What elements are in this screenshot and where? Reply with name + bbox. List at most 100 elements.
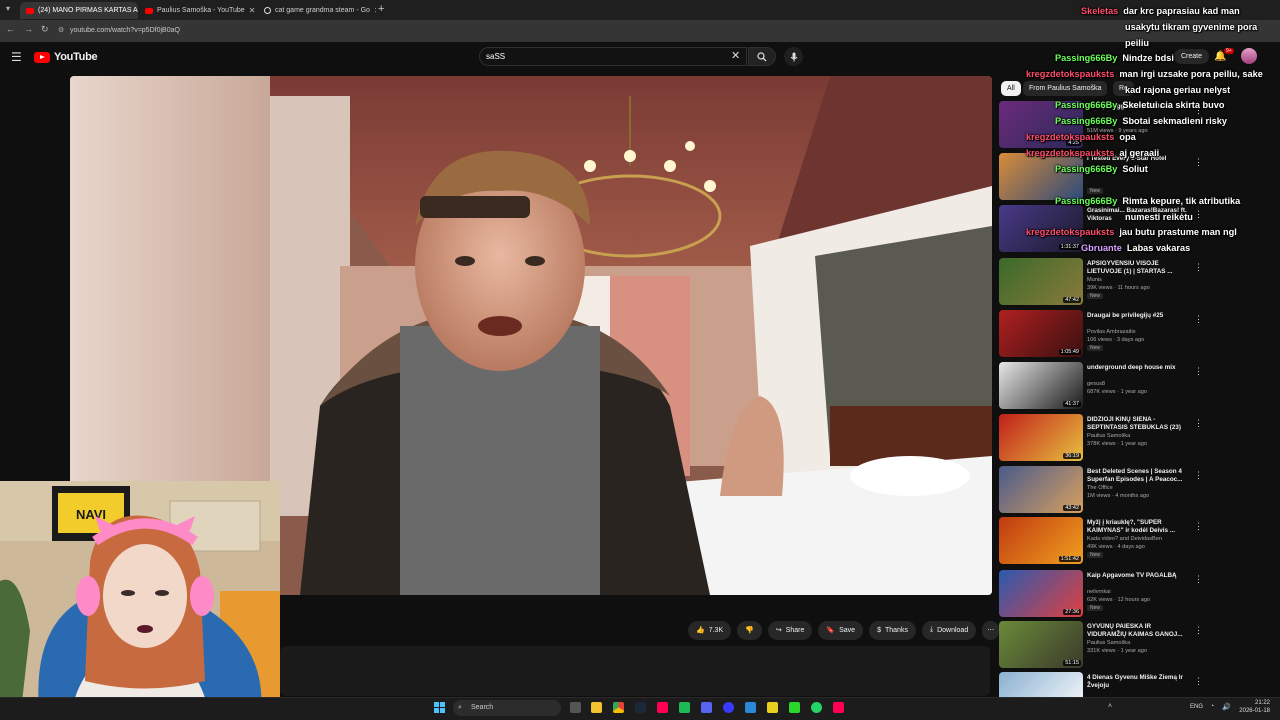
video-title[interactable]: DIDŽIOJI KINŲ SIENA - SEPTINTASIS STEBUK… [1087,416,1189,432]
video-thumbnail[interactable]: 27:36 [999,570,1083,617]
video-title[interactable]: Kaip Apgavome TV PAGALBĄ [1087,572,1189,580]
video-thumbnail[interactable]: 36:19 [999,414,1083,461]
chrome-icon[interactable] [613,702,624,713]
tab-list-icon[interactable]: ▾ [6,4,10,13]
menu-icon[interactable]: ☰ [11,50,22,64]
save-button[interactable]: 🔖 Save [818,620,864,640]
chat-username: kregzdetokspauksts [1026,69,1115,79]
like-button[interactable]: 👍 7.3K [688,620,732,640]
start-windows-icon[interactable] [434,702,445,713]
video-title[interactable]: underground deep house mix [1087,364,1189,372]
youtube-logo[interactable]: YouTube [34,50,98,64]
channel-name[interactable]: Kada video? and DeividasBen [1087,536,1162,542]
file-explorer-icon[interactable] [591,702,602,713]
forward-icon[interactable]: → [24,24,33,34]
more-icon[interactable]: ⋮ [1194,470,1203,481]
taskbar-clock[interactable]: 21:22 2026-01-18 [1239,699,1270,715]
video-title[interactable]: Best Deleted Scenes | Season 4 Superfan … [1087,468,1189,484]
tiktok-icon[interactable] [657,702,668,713]
more-actions-button[interactable]: ⋯ [982,620,1000,640]
video-thumbnail[interactable]: 1:51:42 [999,517,1083,564]
url-field[interactable]: youtube.com/watch?v=p5Df0jB0aQ [70,24,630,38]
more-icon[interactable]: ⋮ [1194,521,1203,532]
voice-search-button[interactable] [784,47,803,66]
back-icon[interactable]: ← [6,24,15,34]
recommended-video[interactable]: 1:05:49 Draugai be privilegijų #25 Povilas… [999,310,1269,358]
more-icon[interactable]: ⋮ [1194,209,1203,220]
channel-name[interactable]: The Office [1087,485,1113,491]
video-thumbnail[interactable]: 47:42 [999,258,1083,305]
video-title[interactable]: APSIGYVENSIU VISOJE LIETUVOJE (1) | STAR… [1087,260,1189,276]
notes-icon[interactable] [767,702,778,713]
more-icon[interactable]: ⋮ [1194,625,1203,636]
tray-overflow-icon[interactable]: ˄ [1108,703,1112,710]
channel-name[interactable]: Munis [1087,277,1102,283]
reload-icon[interactable]: ↻ [41,24,49,35]
recommended-video[interactable]: I Tested Every 1-Star Hotel ⋮ New [999,153,1269,201]
more-icon[interactable]: ⋮ [1194,366,1203,377]
steam-icon[interactable] [635,702,646,713]
volume-icon[interactable]: 🔊 [1222,703,1231,711]
clock-date: 2026-01-18 [1239,708,1270,714]
close-tab-icon[interactable]: ✕ [374,6,376,15]
recommended-video[interactable]: 41:37 underground deep house mix gesus8 687… [999,362,1269,410]
clear-search-icon[interactable]: ✕ [731,49,740,62]
channel-name[interactable]: Paulius Samoška [1087,433,1130,439]
tab-3[interactable]: cat game grandma steam - Go ✕ [258,2,376,19]
video-title[interactable]: GYVŪNŲ PAIEŠKA IR VIDURAMŽIŲ KAIMAS GANO… [1087,623,1189,639]
spotify-icon[interactable] [789,702,800,713]
channel-name[interactable]: Paulius Samoška [1087,640,1130,646]
tiktok-live-icon[interactable] [833,702,844,713]
chat-username: Passing666By [1055,164,1118,174]
recommended-video[interactable]: 43:42 Best Deleted Scenes | Season 4 Supe… [999,466,1269,514]
share-button[interactable]: ↪ Share [767,620,813,640]
download-button[interactable]: ⤓ Download [921,620,977,640]
wifi-icon[interactable]: ◔ [1210,703,1214,710]
more-icon[interactable]: ⋮ [1194,157,1203,168]
create-button[interactable]: Create [1174,49,1210,64]
new-tab-button[interactable]: + [378,3,384,15]
search-input[interactable]: saSS [479,47,747,66]
thanks-button[interactable]: $ Thanks [869,620,916,640]
close-tab-icon[interactable]: ✕ [249,6,256,15]
discord-icon[interactable] [701,702,712,713]
more-icon[interactable]: ⋮ [1194,418,1203,429]
description-box[interactable] [280,646,990,696]
more-icon[interactable]: ⋮ [1194,574,1203,585]
more-icon[interactable]: ⋮ [1194,314,1203,325]
tab-1[interactable]: (24) MANO PIRMAS KARTAS A ✕ [20,2,138,19]
recommended-video[interactable]: 36:19 DIDŽIOJI KINŲ SIENA - SEPTINTASIS S… [999,414,1269,462]
whatsapp-icon[interactable] [811,702,822,713]
more-icon[interactable]: ⋮ [1194,676,1203,687]
channel-name[interactable]: Povilas Ambrazaitis [1087,329,1136,335]
recommended-video[interactable]: 51:15 GYVŪNŲ PAIEŠKA IR VIDURAMŽIŲ KAIMAS… [999,621,1269,669]
chip-all[interactable]: All [1001,81,1021,96]
dislike-button[interactable]: 👎 [737,620,762,640]
video-thumbnail[interactable]: 43:42 [999,466,1083,513]
avatar[interactable] [1241,48,1257,64]
video-thumbnail[interactable] [999,153,1083,200]
more-icon[interactable]: ⋮ [1194,262,1203,273]
video-title[interactable]: Draugai be privilegijų #25 [1087,312,1189,320]
task-view-icon[interactable] [570,702,581,713]
recommended-video[interactable]: 1:51:42 Myžį į kriauklę?, "SUPER KAIMYNAS… [999,517,1269,565]
video-thumbnail[interactable]: 41:37 [999,362,1083,409]
taskbar-search[interactable]: ⌕ Search [453,700,561,716]
recommended-video[interactable]: 47:42 APSIGYVENSIU VISOJE LIETUVOJE (1) |… [999,258,1269,306]
site-info-icon[interactable]: ⚙ [58,26,64,34]
language-indicator[interactable]: ENG [1190,704,1203,710]
tab-2[interactable]: Paulius Samoška - YouTube ✕ [139,2,257,19]
video-thumbnail[interactable]: 51:15 [999,621,1083,668]
app-icon[interactable] [679,702,690,713]
chip-from-channel[interactable]: From Paulius Samoška [1023,81,1108,96]
channel-name[interactable]: nelivrnkai [1087,589,1111,595]
chat-text: kad rajona geriau nelyst [1125,85,1231,95]
video-title[interactable]: Myžį į kriauklę?, "SUPER KAIMYNAS" ir ko… [1087,519,1189,535]
recommended-video[interactable]: 27:36 Kaip Apgavome TV PAGALBĄ nelivrnkai 6… [999,570,1269,618]
video-thumbnail[interactable]: 1:05:49 [999,310,1083,357]
app-icon-2[interactable] [745,702,756,713]
channel-name[interactable]: gesus8 [1087,381,1105,387]
obs-icon[interactable] [723,702,734,713]
video-title[interactable]: 4 Dienas Gyvenu Miške Žiemą Ir Žvejoju [1087,674,1189,690]
search-button[interactable] [748,47,776,66]
